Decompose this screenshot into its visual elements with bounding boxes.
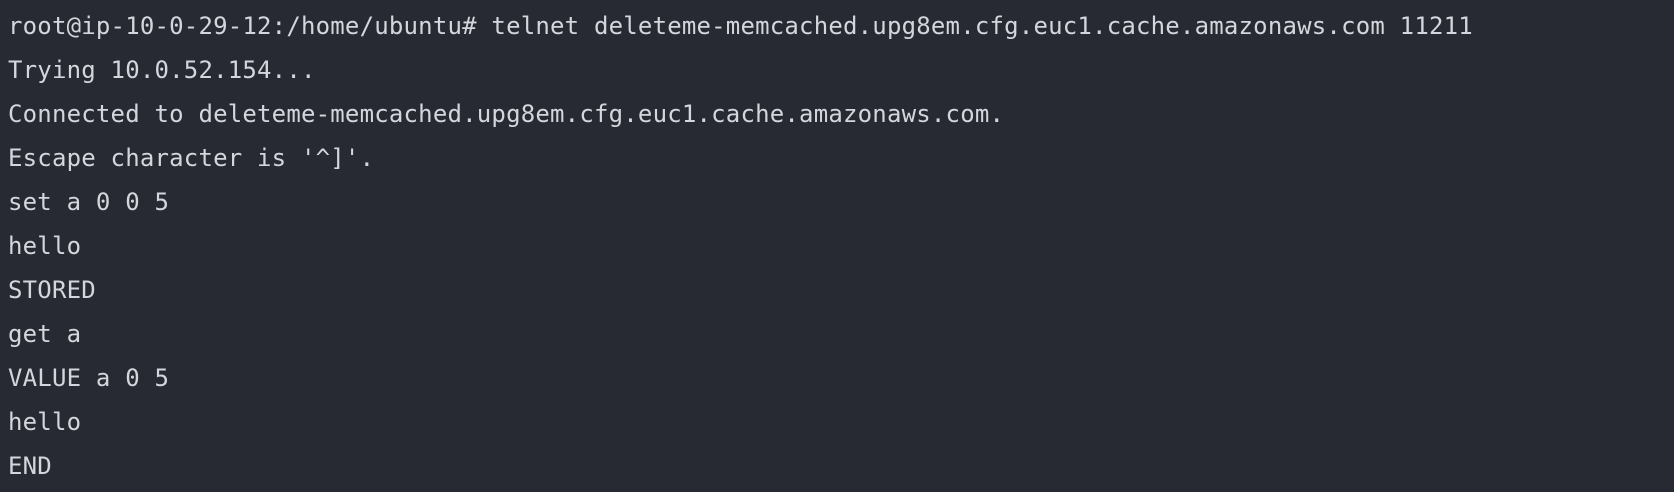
output-line-value-data: hello bbox=[8, 408, 82, 436]
output-line-connected: Connected to deleteme-memcached.upg8em.c… bbox=[8, 100, 1005, 128]
input-line-set-command: set a 0 0 5 bbox=[8, 188, 170, 216]
terminal-window[interactable]: root@ip-10-0-29-12:/home/ubuntu# telnet … bbox=[0, 0, 1674, 492]
input-line-value: hello bbox=[8, 232, 82, 260]
output-line-stored: STORED bbox=[8, 276, 96, 304]
output-line-end: END bbox=[8, 452, 52, 480]
output-line-value-header: VALUE a 0 5 bbox=[8, 364, 170, 392]
prompt-command-line: root@ip-10-0-29-12:/home/ubuntu# telnet … bbox=[8, 12, 1473, 40]
terminal-output: root@ip-10-0-29-12:/home/ubuntu# telnet … bbox=[8, 4, 1674, 488]
input-line-get-command: get a bbox=[8, 320, 82, 348]
output-line-trying: Trying 10.0.52.154... bbox=[8, 56, 316, 84]
output-line-escape-character: Escape character is '^]'. bbox=[8, 144, 375, 172]
